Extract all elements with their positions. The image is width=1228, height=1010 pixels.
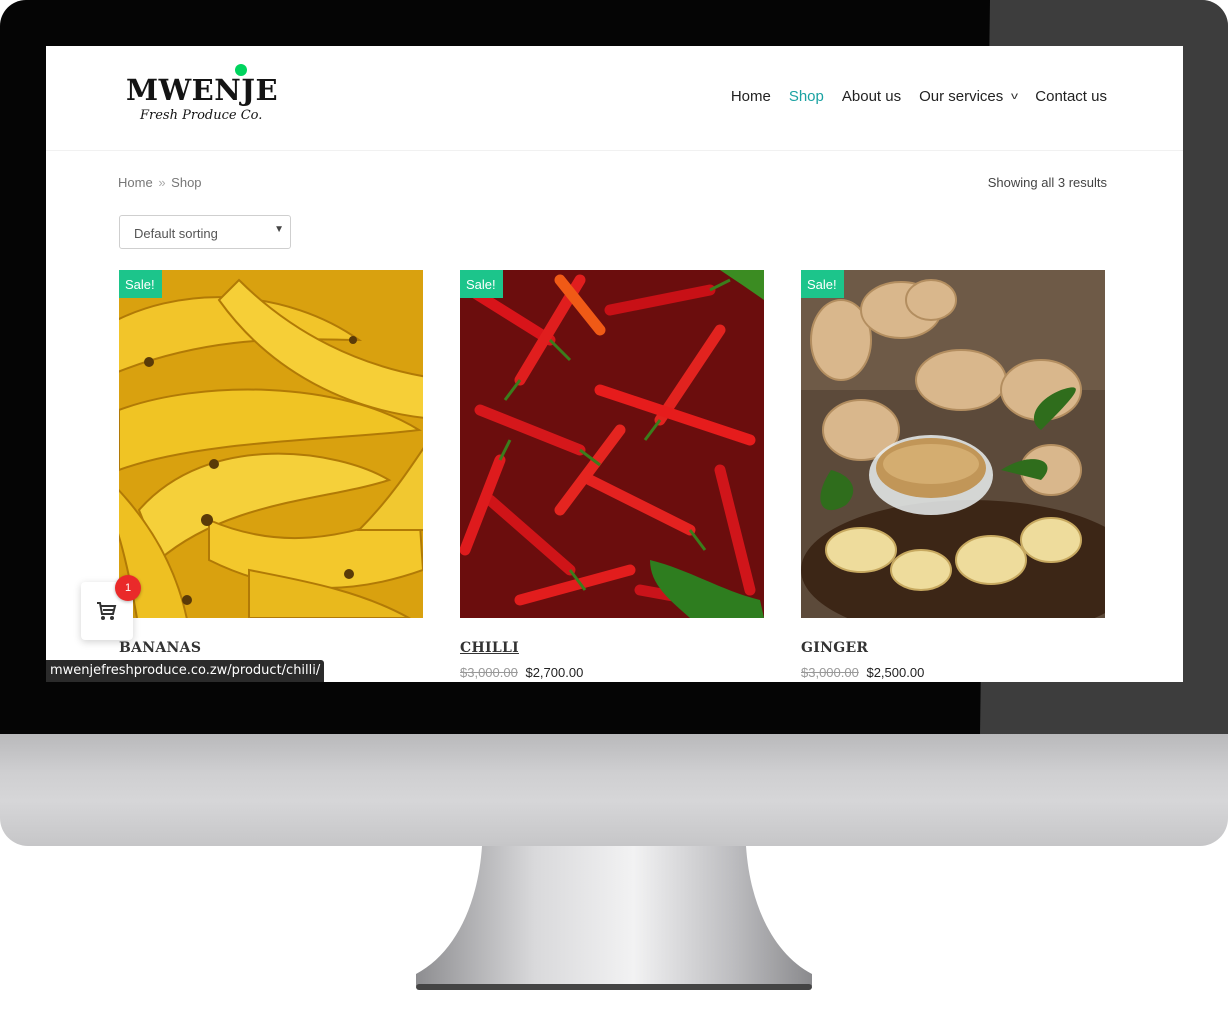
sale-badge: Sale! — [460, 270, 503, 298]
product-image-bananas[interactable]: Sale! — [119, 270, 423, 618]
nav-shop-label: Shop — [788, 88, 824, 105]
nav-services-label: Our services — [919, 88, 1004, 105]
product-title[interactable]: CHILLI — [460, 640, 764, 656]
product-old-price: $3,000.00 — [801, 665, 859, 680]
nav-home-label: Home — [730, 88, 771, 105]
breadcrumb-current: Shop — [171, 175, 202, 190]
breadcrumb: Home » Shop — [118, 175, 202, 190]
product-price: $3,000.00 $2,500.00 — [801, 665, 1105, 680]
chevron-down-icon: v — [1011, 91, 1019, 102]
product-card[interactable]: Sale! CHILLI $3,000.00 $2,700.00 — [460, 270, 764, 680]
product-sale-price: $2,700.00 — [525, 665, 584, 680]
select-arrow-icon: ▼ — [274, 224, 284, 235]
product-image-ginger[interactable]: Sale! — [801, 270, 1105, 618]
sale-badge: Sale! — [801, 270, 844, 298]
product-title[interactable]: GINGER — [801, 640, 1105, 656]
logo-wordmark: MWENJE — [126, 73, 279, 107]
nav-shop[interactable]: Shop — [789, 88, 824, 105]
cart-icon — [97, 602, 117, 620]
product-card[interactable]: Sale! BANANAS — [119, 270, 423, 680]
site-header: MWENJE Fresh Produce Co. Home Shop About… — [46, 46, 1183, 151]
product-old-price: $3,000.00 — [460, 665, 518, 680]
breadcrumb-separator: » — [158, 175, 166, 190]
result-count: Showing all 3 results — [987, 175, 1107, 190]
main-nav: Home Shop About us Our services v Contact… — [731, 88, 1107, 105]
nav-services[interactable]: Our services v — [919, 88, 1019, 105]
nav-about-label: About us — [841, 88, 902, 105]
nav-contact-label: Contact us — [1035, 88, 1107, 105]
browser-viewport: MWENJE Fresh Produce Co. Home Shop About… — [46, 46, 1183, 682]
sale-badge: Sale! — [119, 270, 162, 298]
nav-contact[interactable]: Contact us — [1035, 88, 1107, 105]
product-card[interactable]: Sale! GINGER $3,000.00 $2,500.00 — [801, 270, 1105, 680]
bananas-image — [119, 270, 423, 618]
sort-selected-value: Default sorting — [134, 226, 218, 241]
product-price: $3,000.00 $2,700.00 — [460, 665, 764, 680]
status-bar-url: mwenjefreshproduce.co.zw/product/chilli/ — [46, 660, 325, 682]
nav-about[interactable]: About us — [842, 88, 901, 105]
product-image-chilli[interactable]: Sale! — [460, 270, 764, 618]
monitor-chin — [0, 734, 1228, 846]
logo-tagline: Fresh Produce Co. — [140, 108, 263, 123]
breadcrumb-home-link[interactable]: Home — [118, 175, 153, 190]
cart-count-badge: 1 — [115, 575, 141, 601]
monitor-stand — [416, 846, 812, 990]
product-sale-price: $2,500.00 — [866, 665, 925, 680]
chilli-image — [460, 270, 764, 618]
sort-select[interactable]: Default sorting ▼ — [119, 215, 291, 249]
site-logo[interactable]: MWENJE Fresh Produce Co. — [126, 62, 278, 128]
ginger-image — [801, 270, 1105, 618]
nav-home[interactable]: Home — [731, 88, 771, 105]
product-title[interactable]: BANANAS — [119, 640, 423, 656]
